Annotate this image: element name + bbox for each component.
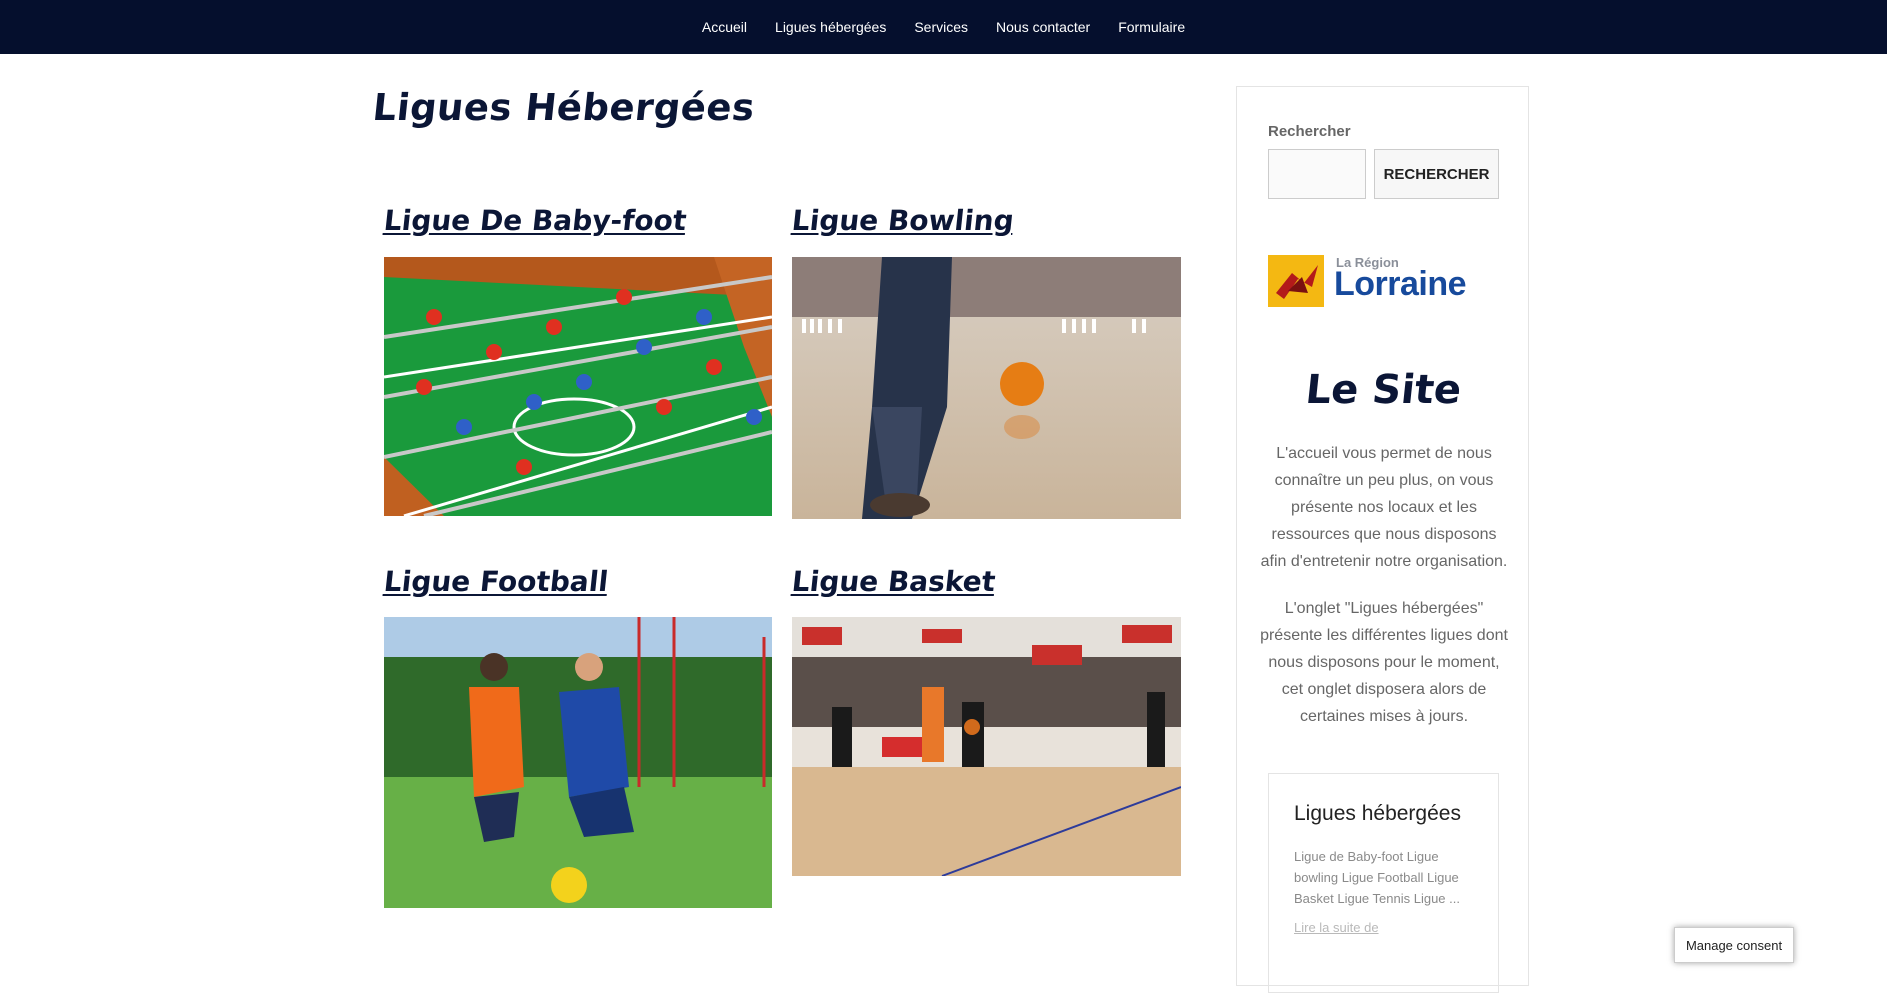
league-title-basket[interactable]: Ligue Basket: [790, 565, 997, 598]
widget-excerpt: Ligue de Baby-foot Ligue bowling Ligue F…: [1294, 849, 1460, 906]
site-description-2: L'onglet "Ligues hébergées" présente les…: [1260, 600, 1508, 725]
league-image-bowling[interactable]: [792, 257, 1181, 519]
nav-item-ligues[interactable]: Ligues hébergées: [761, 19, 900, 35]
league-image-football[interactable]: [384, 617, 772, 908]
logo-big-text: Lorraine: [1334, 265, 1467, 303]
site-description: L'accueil vous permet de nous connaître …: [1259, 440, 1509, 750]
recent-page-widget: Ligues hébergées Ligue de Baby-foot Ligu…: [1268, 773, 1499, 993]
football-photo: [384, 617, 772, 908]
sidebar: Rechercher RECHERCHER La Région Lorraine…: [1236, 86, 1529, 993]
nav-item-formulaire[interactable]: Formulaire: [1104, 19, 1199, 35]
widget-title[interactable]: Ligues hébergées: [1294, 802, 1461, 826]
region-lorraine-logo: La Région Lorraine: [1268, 253, 1500, 311]
search-label: Rechercher: [1268, 123, 1351, 140]
site-description-1: L'accueil vous permet de nous connaître …: [1260, 445, 1508, 570]
main-nav: Accueil Ligues hébergées Services Nous c…: [0, 0, 1887, 54]
nav-item-services[interactable]: Services: [900, 19, 982, 35]
league-title-babyfoot[interactable]: Ligue De Baby-foot: [382, 204, 688, 237]
page-title: Ligues Hébergées: [370, 86, 757, 129]
babyfoot-photo: [384, 257, 772, 516]
league-image-basket[interactable]: [792, 617, 1181, 876]
site-title: Le Site: [1303, 367, 1464, 413]
nav-item-accueil[interactable]: Accueil: [688, 19, 761, 35]
bowling-photo: [792, 257, 1181, 519]
nav-item-contact[interactable]: Nous contacter: [982, 19, 1104, 35]
basket-photo: [792, 617, 1181, 876]
league-title-football[interactable]: Ligue Football: [382, 565, 610, 598]
search-button[interactable]: RECHERCHER: [1374, 149, 1499, 199]
league-image-babyfoot[interactable]: [384, 257, 772, 516]
lorraine-emblem-icon: [1268, 255, 1324, 307]
read-more-link[interactable]: Lire la suite de: [1294, 920, 1379, 935]
manage-consent-button[interactable]: Manage consent: [1674, 927, 1794, 963]
search-input[interactable]: [1268, 149, 1366, 199]
league-title-bowling[interactable]: Ligue Bowling: [790, 204, 1015, 237]
top-navbar: Accueil Ligues hébergées Services Nous c…: [0, 0, 1887, 54]
